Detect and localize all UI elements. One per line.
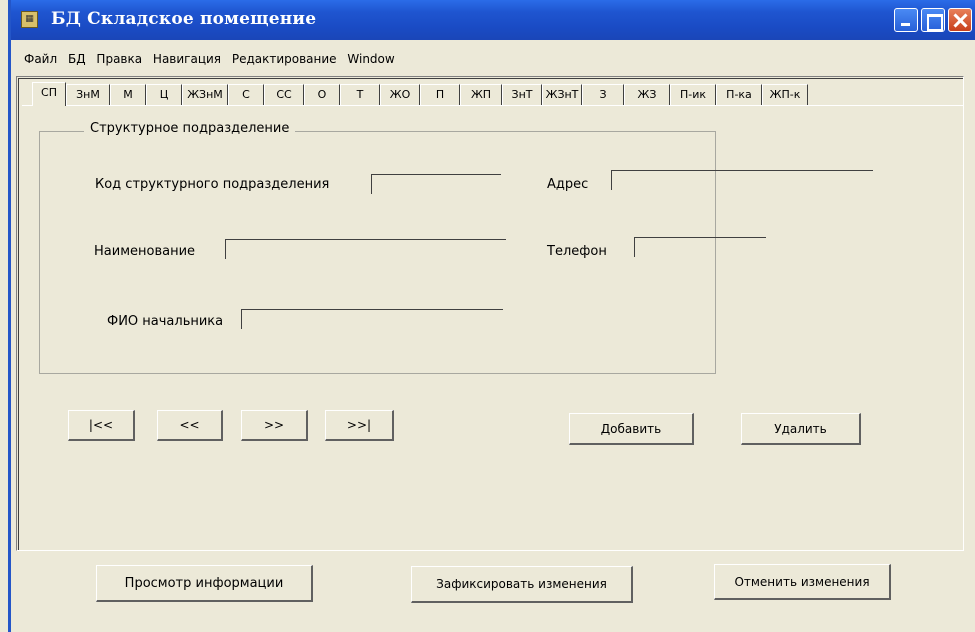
groupbox-title: Структурное подразделение bbox=[84, 121, 296, 136]
phone-input[interactable] bbox=[634, 237, 766, 257]
next-record-button[interactable]: >> bbox=[241, 410, 308, 441]
cancel-changes-button[interactable]: Отменить изменения bbox=[714, 564, 891, 600]
previous-record-button[interactable]: << bbox=[157, 410, 223, 441]
tab-p[interactable]: П bbox=[420, 84, 460, 105]
menu-editing[interactable]: Редактирование bbox=[232, 52, 337, 66]
tab-zhz[interactable]: ЖЗ bbox=[624, 84, 670, 105]
department-code-label: Код структурного подразделения bbox=[95, 177, 330, 192]
name-input[interactable] bbox=[225, 239, 506, 259]
add-button[interactable]: Добавить bbox=[569, 413, 694, 445]
menu-db[interactable]: БД bbox=[68, 52, 86, 66]
minimize-icon[interactable] bbox=[894, 8, 918, 32]
tab-zhp-k[interactable]: ЖП-к bbox=[762, 84, 808, 105]
address-label: Адрес bbox=[547, 177, 589, 192]
menu-edit[interactable]: Правка bbox=[96, 52, 142, 66]
tab-o[interactable]: О bbox=[304, 84, 340, 105]
tab-p-ik[interactable]: П-ик bbox=[670, 84, 716, 105]
tab-t[interactable]: Т bbox=[340, 84, 380, 105]
name-label: Наименование bbox=[94, 244, 196, 259]
tab-zhp[interactable]: ЖП bbox=[460, 84, 502, 105]
first-record-button[interactable]: |<< bbox=[68, 410, 135, 441]
tab-ss[interactable]: СС bbox=[264, 84, 304, 105]
app-icon[interactable]: ▦ bbox=[21, 11, 38, 28]
maximize-icon[interactable] bbox=[921, 8, 945, 32]
head-name-label: ФИО начальника bbox=[107, 314, 224, 329]
delete-button[interactable]: Удалить bbox=[741, 413, 861, 445]
tab-znt[interactable]: ЗнТ bbox=[502, 84, 542, 105]
tab-p-ka[interactable]: П-ка bbox=[716, 84, 762, 105]
menu-file[interactable]: Файл bbox=[24, 52, 57, 66]
title-bar[interactable]: ▦ БД Складское помещение bbox=[11, 0, 975, 40]
tab-z[interactable]: З bbox=[582, 84, 624, 105]
tab-m[interactable]: М bbox=[110, 84, 146, 105]
tab-s[interactable]: С bbox=[228, 84, 264, 105]
department-code-input[interactable] bbox=[371, 174, 501, 194]
head-name-input[interactable] bbox=[241, 309, 503, 329]
menu-window[interactable]: Window bbox=[347, 52, 394, 66]
phone-label: Телефон bbox=[547, 244, 607, 259]
tab-sp[interactable]: СП bbox=[32, 82, 66, 106]
address-input[interactable] bbox=[611, 170, 873, 190]
view-info-button[interactable]: Просмотр информации bbox=[96, 565, 313, 602]
close-icon[interactable] bbox=[948, 8, 972, 32]
last-record-button[interactable]: >>| bbox=[325, 410, 394, 441]
commit-changes-button[interactable]: Зафиксировать изменения bbox=[411, 566, 633, 603]
tab-zhznt[interactable]: ЖЗнТ bbox=[542, 84, 582, 105]
tab-znm[interactable]: ЗнМ bbox=[66, 84, 110, 105]
tab-ts[interactable]: Ц bbox=[146, 84, 182, 105]
tab-zhznm[interactable]: ЖЗнМ bbox=[182, 84, 228, 105]
window-title: БД Складское помещение bbox=[51, 9, 317, 29]
tab-zho[interactable]: ЖО bbox=[380, 84, 420, 105]
menu-bar: Файл БД Правка Навигация Редактирование … bbox=[11, 52, 402, 72]
menu-navigation[interactable]: Навигация bbox=[153, 52, 221, 66]
